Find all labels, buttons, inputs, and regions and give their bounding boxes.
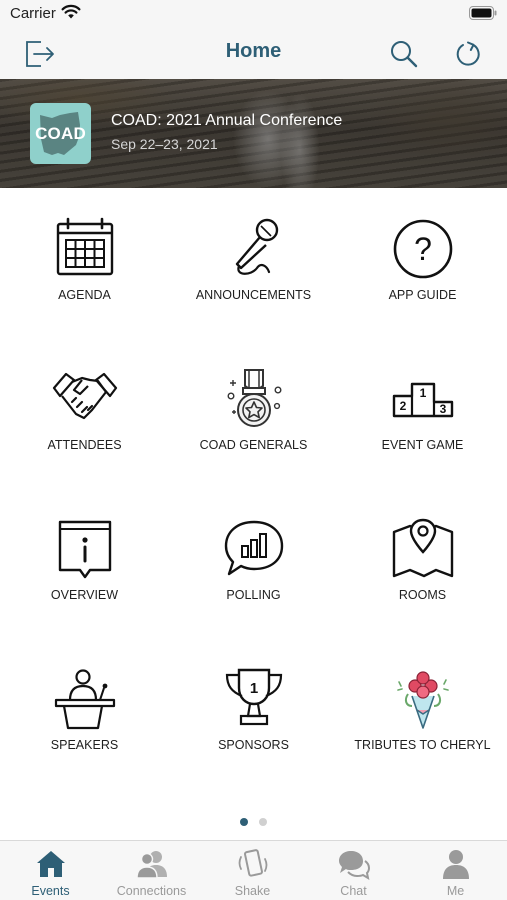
menu-item-label: SPONSORS xyxy=(218,738,289,752)
bouquet-icon xyxy=(396,671,449,729)
menu-item-tributes-to-cheryl[interactable]: TRIBUTES TO CHERYL xyxy=(338,666,507,786)
tab-label: Connections xyxy=(116,884,187,898)
tab-label: Shake xyxy=(234,884,271,898)
menu-item-overview[interactable]: OVERVIEW xyxy=(0,516,169,636)
menu-item-agenda[interactable]: AGENDA xyxy=(0,216,169,336)
svg-text:?: ? xyxy=(414,231,432,267)
handshake-icon xyxy=(52,372,117,420)
menu-item-sponsors[interactable]: 1 SPONSORS xyxy=(169,666,338,786)
menu-item-rooms[interactable]: ROOMS xyxy=(338,516,507,636)
tab-events[interactable]: Events xyxy=(0,841,101,900)
calendar-icon xyxy=(56,217,113,276)
menu-item-announcements[interactable]: ANNOUNCEMENTS xyxy=(169,216,338,336)
logo-text: COAD xyxy=(35,124,86,143)
menu-item-label: SPEAKERS xyxy=(50,738,119,752)
menu-item-label: POLLING xyxy=(226,588,281,602)
person-icon xyxy=(442,850,469,879)
page-indicator-active[interactable] xyxy=(240,818,248,826)
menu-item-coad-generals[interactable]: COAD GENERALS xyxy=(169,366,338,486)
menu-item-label: EVENT GAME xyxy=(381,438,464,452)
menu-item-label: TRIBUTES TO CHERYL xyxy=(354,738,491,752)
svg-text:1: 1 xyxy=(249,680,257,697)
menu-item-label: ROOMS xyxy=(398,588,447,602)
search-button[interactable] xyxy=(387,37,421,71)
menu-item-label: COAD GENERALS xyxy=(199,438,308,452)
event-dates: Sep 22–23, 2021 xyxy=(111,136,218,152)
menu-item-label: ATTENDEES xyxy=(47,438,122,452)
svg-text:2: 2 xyxy=(399,399,406,413)
microphone-icon xyxy=(235,218,278,275)
tab-me[interactable]: Me xyxy=(405,841,506,900)
tab-label: Chat xyxy=(340,884,367,898)
status-bar: Carrier xyxy=(0,0,507,28)
house-icon xyxy=(36,851,65,877)
svg-text:1: 1 xyxy=(419,386,426,400)
carrier-label: Carrier xyxy=(10,5,56,22)
people-icon xyxy=(135,851,167,879)
wifi-icon xyxy=(61,4,81,19)
menu-item-attendees[interactable]: ATTENDEES xyxy=(0,366,169,486)
svg-text:3: 3 xyxy=(439,402,446,416)
tab-label: Me xyxy=(446,884,465,898)
menu-item-label: AGENDA xyxy=(58,288,111,302)
info-icon xyxy=(58,520,111,579)
menu-item-polling[interactable]: POLLING xyxy=(169,516,338,636)
battery-icon xyxy=(469,6,497,20)
page-title: Home xyxy=(225,40,282,62)
trophy-icon: 1 xyxy=(225,668,282,726)
navigation-bar: Home xyxy=(0,28,507,79)
tab-bar: Events Connections Shake Chat Me xyxy=(0,840,507,900)
question-icon: ? xyxy=(393,219,452,279)
tab-label: Events xyxy=(31,884,70,898)
tab-shake[interactable]: Shake xyxy=(202,841,303,900)
poll-chat-icon xyxy=(224,520,283,576)
search-icon xyxy=(391,41,418,68)
podium-icon: 1 2 3 xyxy=(392,382,453,418)
menu-item-event-game[interactable]: 1 2 3 EVENT GAME xyxy=(338,366,507,486)
menu-item-label: ANNOUNCEMENTS xyxy=(195,288,312,302)
tab-chat[interactable]: Chat xyxy=(303,841,404,900)
refresh-icon xyxy=(456,41,480,66)
event-title: COAD: 2021 Annual Conference xyxy=(111,112,343,129)
shake-phone-icon xyxy=(238,849,267,877)
refresh-button[interactable] xyxy=(452,37,486,71)
event-logo: COAD xyxy=(30,103,91,164)
menu-item-app-guide[interactable]: ? APP GUIDE xyxy=(338,216,507,336)
menu-item-speakers[interactable]: SPEAKERS xyxy=(0,666,169,786)
menu-item-label: APP GUIDE xyxy=(388,288,457,302)
medal-icon xyxy=(226,369,282,427)
page-indicator[interactable] xyxy=(259,818,267,826)
tab-connections[interactable]: Connections xyxy=(101,841,202,900)
chat-bubbles-icon xyxy=(338,851,370,881)
menu-item-label: OVERVIEW xyxy=(50,588,119,602)
event-banner[interactable]: COAD COAD: 2021 Annual Conference Sep 22… xyxy=(0,79,507,188)
map-pin-icon xyxy=(392,518,453,578)
speaker-lectern-icon xyxy=(54,669,115,730)
